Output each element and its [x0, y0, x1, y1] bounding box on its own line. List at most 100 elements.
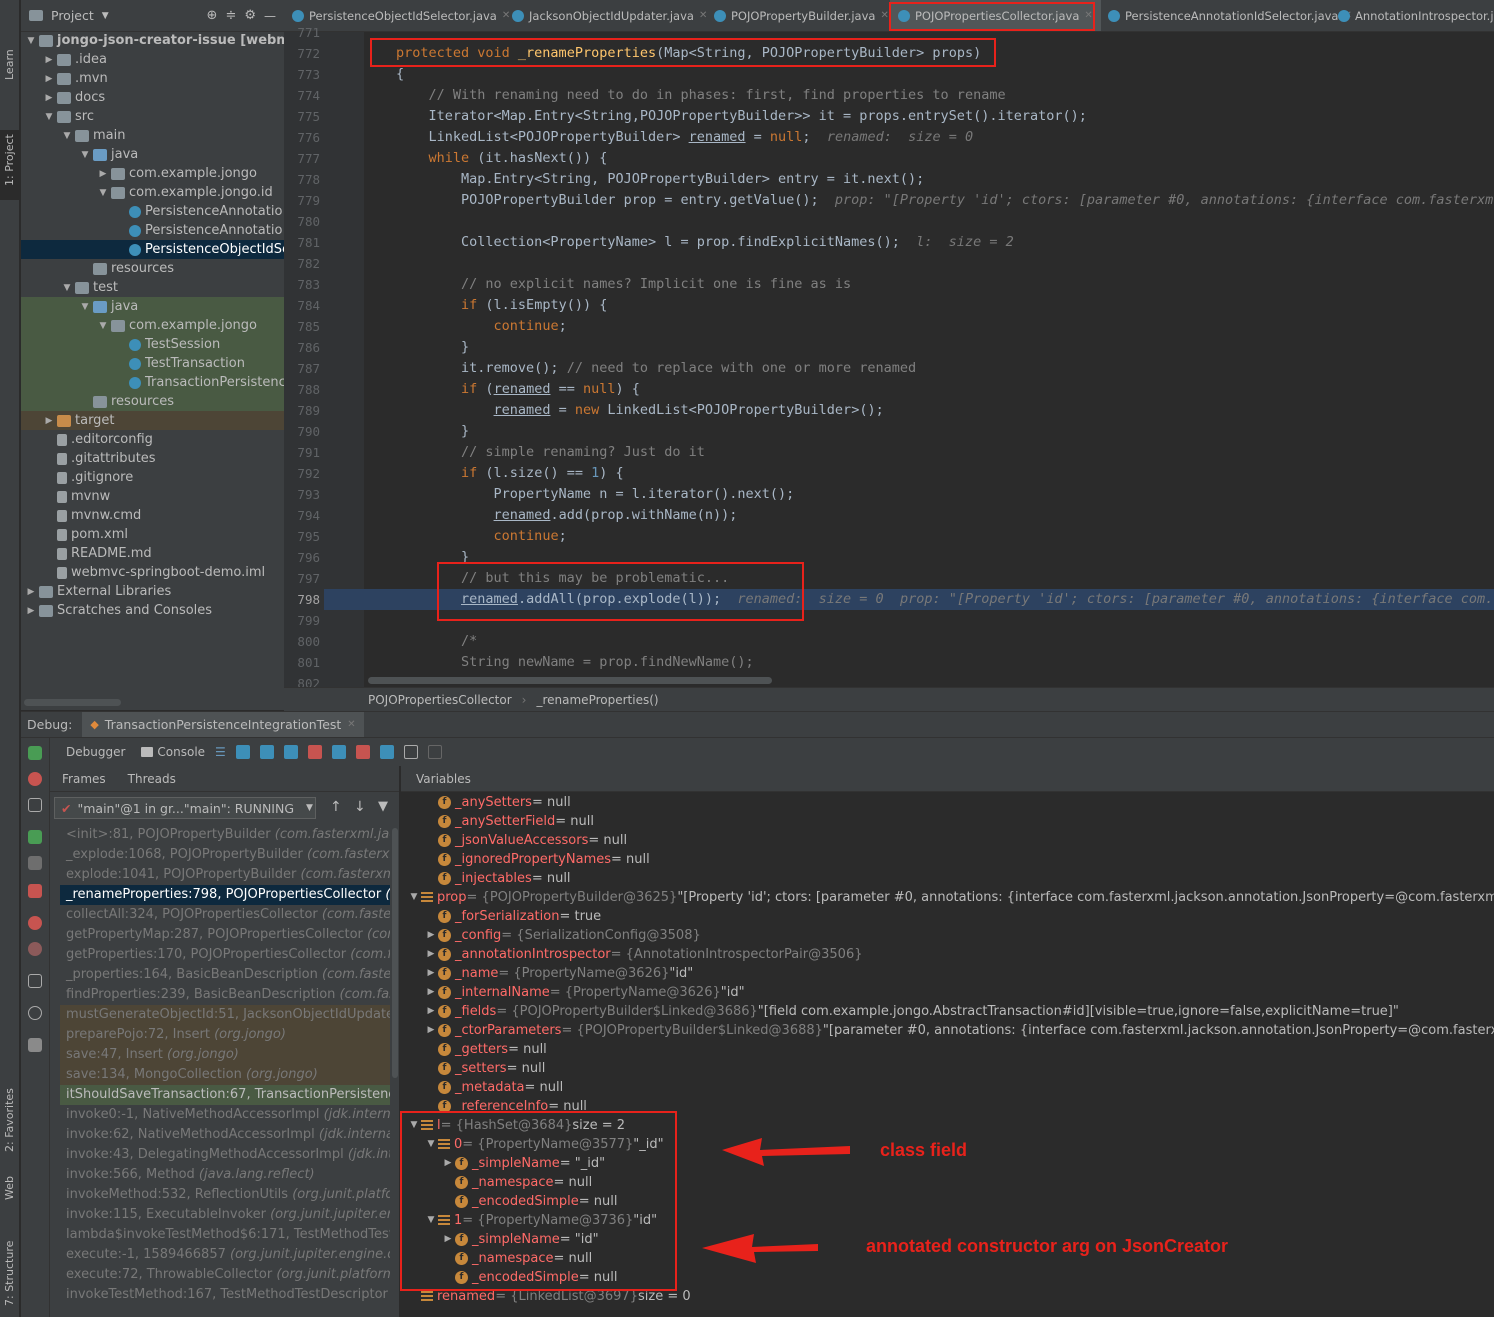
line-number[interactable]: 775 — [284, 106, 320, 127]
project-tree-item[interactable]: README.md — [21, 544, 284, 563]
minimize-icon[interactable]: — — [264, 9, 276, 23]
variable-row[interactable]: f _setters = null — [424, 1059, 545, 1078]
stack-frame[interactable]: _properties:164, BasicBeanDescription (c… — [60, 965, 390, 985]
line-number[interactable]: 782 — [284, 253, 320, 274]
line-number[interactable]: 793 — [284, 484, 320, 505]
stack-frame[interactable]: invoke:566, Method (java.lang.reflect) — [60, 1165, 390, 1185]
project-tree-item[interactable]: .editorconfig — [21, 430, 284, 449]
project-tool-tab[interactable]: 1: Project — [0, 130, 20, 200]
variable-row[interactable]: ▶ f _fields = {POJOPropertyBuilder$Linked@… — [424, 1002, 1399, 1021]
variable-row[interactable]: f _injectables = null — [424, 869, 571, 888]
project-tree-item[interactable]: resources — [21, 392, 284, 411]
project-tree-item[interactable]: TestSession — [21, 335, 284, 354]
line-number[interactable]: 801 — [284, 652, 320, 673]
project-tree-item[interactable]: ▼ java — [21, 297, 284, 316]
debug-session-tab[interactable]: ◆ TransactionPersistenceIntegrationTest … — [82, 712, 364, 737]
threads-tab[interactable]: Threads — [128, 772, 176, 786]
stack-frame[interactable]: _renameProperties:798, POJOPropertiesCol… — [60, 885, 390, 905]
line-number[interactable]: 799 — [284, 610, 320, 631]
line-number[interactable]: 786 — [284, 337, 320, 358]
collapsed-arrow-icon[interactable]: ▶ — [43, 55, 55, 65]
collapsed-arrow-icon[interactable]: ▶ — [43, 416, 55, 426]
collapsed-arrow-icon[interactable]: ▶ — [424, 926, 438, 945]
debugger-tab[interactable]: Debugger — [60, 745, 131, 759]
stack-frame[interactable]: collectAll:324, POJOPropertiesCollector … — [60, 905, 390, 925]
editor-tab[interactable]: POJOPropertyBuilder.java ✕ — [706, 0, 897, 31]
line-number[interactable]: 797 — [284, 568, 320, 589]
project-tree-item[interactable]: ▶ target — [21, 411, 284, 430]
line-number[interactable]: 773 — [284, 64, 320, 85]
code-line[interactable]: Collection<PropertyName> l = prop.findEx… — [364, 232, 1494, 253]
stack-frame[interactable]: getProperties:170, POJOPropertiesCollect… — [60, 945, 390, 965]
stack-frame[interactable]: invoke:43, DelegatingMethodAccessorImpl … — [60, 1145, 390, 1165]
code-line[interactable]: { — [364, 64, 1494, 85]
line-number[interactable]: 785 — [284, 316, 320, 337]
code-line[interactable]: while (it.hasNext()) { — [364, 148, 1494, 169]
variable-row[interactable]: f _anySetters = null — [424, 793, 571, 812]
pause-icon[interactable] — [28, 856, 42, 870]
rerun-icon[interactable] — [28, 746, 42, 760]
code-line[interactable] — [364, 253, 1494, 274]
code-line[interactable]: // simple renaming? Just do it — [364, 442, 1494, 463]
stack-frame[interactable]: findProperties:239, BasicBeanDescription… — [60, 985, 390, 1005]
project-tree-item[interactable]: .gitignore — [21, 468, 284, 487]
stack-frame[interactable]: save:47, Insert (org.jongo) — [60, 1045, 390, 1065]
code-line[interactable]: Iterator<Map.Entry<String,POJOPropertyBu… — [364, 106, 1494, 127]
collapsed-arrow-icon[interactable]: ▶ — [424, 1021, 438, 1040]
web-tool-tab[interactable]: Web — [0, 1170, 20, 1210]
evaluate-expression-icon[interactable] — [403, 745, 418, 759]
mute-breakpoints-icon[interactable] — [28, 942, 42, 956]
close-tab-icon[interactable]: ✕ — [880, 10, 888, 21]
project-tree-item[interactable]: PersistenceObjectIdSe — [21, 240, 284, 259]
line-number[interactable]: 783 — [284, 274, 320, 295]
line-number[interactable]: 772 — [284, 43, 320, 64]
project-tree-item[interactable]: ▼ java — [21, 145, 284, 164]
line-number[interactable]: 779 — [284, 190, 320, 211]
code-line[interactable]: renamed.add(prop.withName(n)); — [364, 505, 1494, 526]
gear-icon[interactable] — [28, 1006, 42, 1020]
stack-frame[interactable]: _explode:1068, POJOPropertyBuilder (com.… — [60, 845, 390, 865]
stack-frame[interactable]: execute:72, ThrowableCollector (org.juni… — [60, 1265, 390, 1285]
project-tree-item[interactable]: resources — [21, 259, 284, 278]
menu-icon[interactable]: ☰ — [215, 745, 226, 759]
layout-icon[interactable] — [427, 745, 442, 759]
settings-icon[interactable] — [28, 798, 42, 812]
resume-icon[interactable] — [28, 830, 42, 844]
run-to-cursor-icon[interactable] — [379, 745, 394, 759]
code-line[interactable]: PropertyName n = l.iterator().next(); — [364, 484, 1494, 505]
variable-row[interactable]: ▼ prop = {POJOPropertyBuilder@3625} "[Pro… — [407, 888, 1494, 907]
stack-frame[interactable]: preparePojo:72, Insert (org.jongo) — [60, 1025, 390, 1045]
show-execution-point-icon[interactable] — [235, 745, 250, 759]
frames-tab[interactable]: Frames — [62, 772, 106, 786]
stack-frame[interactable]: invoke:62, NativeMethodAccessorImpl (jdk… — [60, 1125, 390, 1145]
stop-icon[interactable] — [28, 884, 42, 898]
project-tree-item[interactable]: ▶ External Libraries — [21, 582, 284, 601]
code-line[interactable]: String newName = prop.findNewName(); — [364, 652, 1494, 673]
stack-frame[interactable]: invokeMethod:532, ReflectionUtils (org.j… — [60, 1185, 390, 1205]
console-tab[interactable]: Console — [141, 745, 205, 759]
step-over-icon[interactable] — [259, 745, 274, 759]
project-tree-item[interactable]: ▶ .mvn — [21, 69, 284, 88]
variable-row[interactable]: ▶ f _config = {SerializationConfig@3508} — [424, 926, 701, 945]
code-line[interactable]: } — [364, 421, 1494, 442]
force-step-into-icon[interactable] — [307, 745, 322, 759]
variable-row[interactable]: f _jsonValueAccessors = null — [424, 831, 627, 850]
breadcrumb-class[interactable]: POJOPropertiesCollector — [368, 693, 512, 707]
variable-row[interactable]: ▶ f _internalName = {PropertyName@3626} "i… — [424, 983, 745, 1002]
project-tree-item[interactable]: ▶ .idea — [21, 50, 284, 69]
close-icon[interactable]: ✕ — [347, 719, 355, 730]
collapsed-arrow-icon[interactable]: ▶ — [43, 93, 55, 103]
project-view-selector[interactable]: Project — [51, 8, 94, 23]
line-number[interactable]: 791 — [284, 442, 320, 463]
project-tree-item[interactable]: ▶ docs — [21, 88, 284, 107]
line-number[interactable]: 795 — [284, 526, 320, 547]
expanded-arrow-icon[interactable]: ▼ — [79, 302, 91, 312]
project-tree-item[interactable]: TransactionPersistenc — [21, 373, 284, 392]
expanded-arrow-icon[interactable]: ▼ — [25, 36, 37, 46]
variable-row[interactable]: ▶ f _annotationIntrospector = {AnnotationI… — [424, 945, 863, 964]
project-tree-item[interactable]: ▼ com.example.jongo.id — [21, 183, 284, 202]
line-number[interactable]: 800 — [284, 631, 320, 652]
down-arrow-icon[interactable]: ↓ — [354, 799, 366, 815]
project-tree-item[interactable]: mvnw — [21, 487, 284, 506]
filter-icon[interactable]: ▼ — [378, 799, 388, 814]
